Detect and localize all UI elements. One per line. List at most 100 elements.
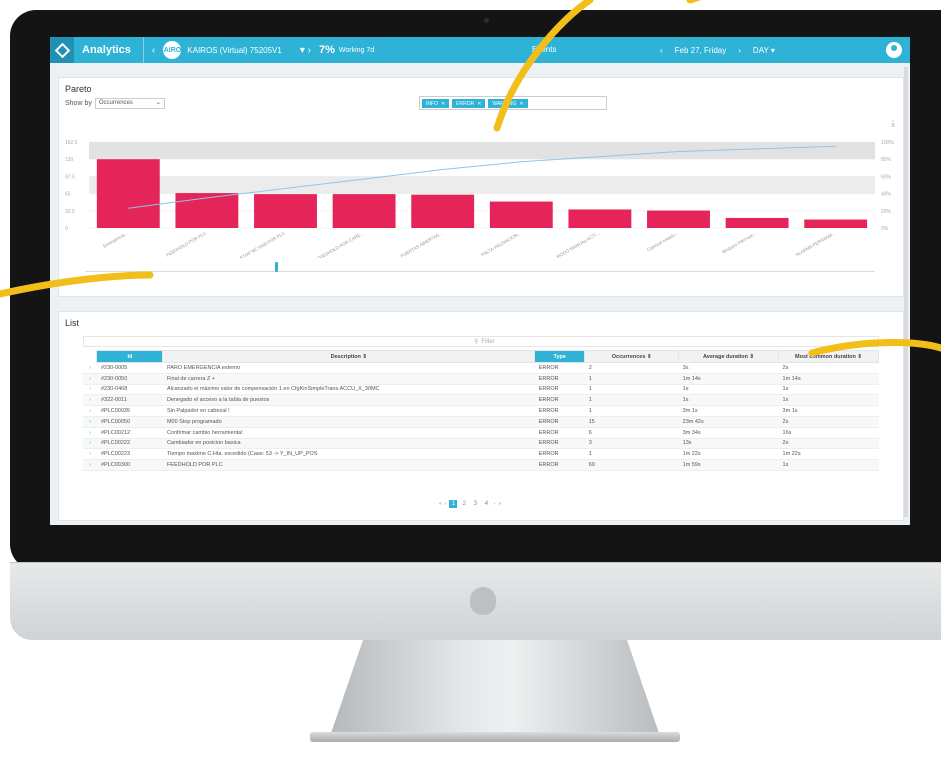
column-id[interactable]: Id	[96, 350, 164, 363]
cell-occurrences: 6	[584, 427, 679, 439]
expand-row-icon[interactable]: ›	[83, 362, 97, 374]
page-3[interactable]: 3	[471, 500, 479, 508]
cell-description: Alcanzado el máximo valor de compensació…	[162, 384, 535, 396]
y-tick-label: 130	[65, 157, 74, 163]
page-2[interactable]: 2	[460, 500, 468, 508]
column-description[interactable]: Description ⇕	[162, 350, 536, 363]
top-bar: Analytics ‹ KAIROS KAIROS (Virtual) 7520…	[50, 37, 910, 63]
list-filter-input[interactable]: ⚲ Filter	[83, 336, 879, 347]
cell-id: #PLC00223	[96, 448, 163, 461]
y-tick-label: 32.5	[65, 209, 75, 215]
column-most-common-duration[interactable]: Most common duration ⇕	[778, 350, 879, 363]
column-average-duration[interactable]: Average duration ⇕	[678, 350, 780, 363]
column-type[interactable]: Type	[534, 350, 586, 363]
app-logo-icon[interactable]	[50, 37, 74, 63]
remove-chip-icon[interactable]: ✕	[477, 101, 481, 107]
zoom-handle[interactable]	[275, 262, 278, 272]
table-row[interactable]: › #230-0005 PARO EMERGENCIA externo ERROR 2 3…	[83, 362, 879, 374]
pagination: « ‹ 1 2 3 4 › »	[439, 500, 501, 508]
page-4[interactable]: 4	[482, 500, 490, 508]
cell-most-common-duration: 1m 22s	[778, 448, 879, 461]
user-icon[interactable]	[886, 42, 902, 58]
table-row[interactable]: › #PLC00212 Confirmar cambio herramienta! E…	[83, 427, 879, 439]
expand-row-icon[interactable]: ›	[83, 427, 97, 439]
page-scrollbar[interactable]	[904, 67, 908, 517]
next-page-icon[interactable]: ›	[493, 501, 495, 507]
imac-photo: Analytics ‹ KAIROS KAIROS (Virtual) 7520…	[0, 0, 941, 759]
expand-row-icon[interactable]: ›	[83, 384, 97, 396]
expand-row-icon[interactable]: ›	[83, 405, 97, 417]
cell-occurrences: 1	[584, 405, 679, 417]
expand-row-icon[interactable]: ›	[83, 373, 97, 385]
cell-most-common-duration: 3m 1s	[778, 405, 879, 417]
filter-placeholder: Filter	[481, 338, 495, 345]
y-tick-label: 0	[65, 226, 68, 232]
show-by-control: Show by Occurrences ⌄	[65, 98, 165, 109]
chart-zoom-slider[interactable]	[85, 262, 875, 272]
cell-type: ERROR	[534, 438, 585, 450]
table-row[interactable]: › #230-0050 Final de carrera Z + ERROR 1 1m 1…	[83, 373, 879, 385]
cell-description: Confirmar cambio herramienta!	[162, 427, 535, 439]
x-tick-label: Emergencia...	[102, 231, 129, 249]
cell-type: ERROR	[534, 384, 585, 396]
cell-most-common-duration: 1s	[778, 459, 879, 471]
cell-type: ERROR	[534, 373, 585, 385]
remove-chip-icon[interactable]: ✕	[519, 101, 523, 107]
first-page-icon[interactable]: «	[439, 501, 442, 507]
expand-row-icon[interactable]: ›	[83, 438, 97, 450]
machine-name[interactable]: KAIROS (Virtual) 75205V1	[187, 46, 282, 55]
column-occurrences[interactable]: Occurrences ⇕	[584, 350, 680, 363]
last-page-icon[interactable]: »	[498, 501, 501, 507]
machine-percentage: 7%	[318, 44, 335, 56]
pareto-bar	[411, 194, 475, 228]
show-by-select[interactable]: Occurrences ⌄	[94, 98, 165, 109]
prev-page-icon[interactable]: ‹	[445, 501, 447, 507]
pareto-panel: Pareto Show by Occurrences ⌄ INFO ✕ ERROR ✕…	[58, 77, 904, 297]
table-row[interactable]: › #PLC00300 FEEDHOLD POR PLC ERROR 69 1m 59s 1…	[83, 459, 879, 471]
cell-description: FEEDHOLD POR PLC	[162, 459, 535, 471]
table-row[interactable]: › #PLC00050 M00 Stop programado ERROR 15 23m …	[83, 416, 879, 428]
cell-description: M00 Stop programado	[162, 416, 535, 428]
cell-most-common-duration: 1s	[778, 384, 879, 396]
cell-type: ERROR	[534, 405, 585, 417]
cell-occurrences: 1	[584, 384, 679, 396]
filter-chip-info[interactable]: INFO ✕	[422, 99, 450, 108]
remove-chip-icon[interactable]: ✕	[441, 101, 445, 107]
expand-row-icon[interactable]: ›	[83, 459, 97, 471]
pareto-title: Pareto	[65, 84, 92, 94]
cell-description: Final de carrera Z +	[162, 373, 535, 385]
grid-band	[89, 176, 875, 194]
next-date-icon[interactable]: ›	[738, 46, 741, 55]
cell-occurrences: 2	[584, 362, 679, 374]
date-navigator: ‹ Feb 27, Friday › DAY ▾	[660, 37, 775, 63]
table-row[interactable]: › #PLC00222 Cambiador en posicion basica ER…	[83, 438, 879, 450]
prev-date-icon[interactable]: ‹	[660, 46, 663, 55]
cell-id: #230-0468	[96, 384, 163, 396]
monitor-stand	[330, 640, 660, 736]
expand-row-icon[interactable]: ›	[83, 448, 97, 461]
table-row[interactable]: › #322-0011 Denegado el acceso a la tabla …	[83, 394, 879, 407]
y2-tick-label: 40%	[881, 192, 892, 198]
monitor-chin	[10, 562, 941, 640]
cell-id: #PLC00212	[96, 427, 163, 439]
table-row[interactable]: › #PLC00223 Tiempo maximo C.Hta. excedido …	[83, 448, 879, 461]
filter-chip-error[interactable]: ERROR ✕	[452, 99, 486, 108]
machine-dropdown-icon[interactable]: ▾ ›	[292, 45, 319, 56]
filter-chip-warning[interactable]: WARNING ✕	[488, 99, 528, 108]
type-filter[interactable]: INFO ✕ ERROR ✕ WARNING ✕	[419, 96, 607, 110]
app-title: Analytics	[74, 37, 144, 63]
expand-row-icon[interactable]: ›	[83, 394, 97, 407]
cell-average-duration: 1m 59s	[678, 459, 779, 471]
cell-average-duration: 3s	[678, 362, 779, 374]
machine-avatar: KAIROS	[159, 41, 186, 59]
cell-average-duration: 1s	[678, 384, 779, 396]
table-row[interactable]: › #230-0468 Alcanzado el máximo valor de c…	[83, 384, 879, 396]
grid-band	[89, 142, 875, 160]
date-label[interactable]: Feb 27, Friday	[675, 46, 727, 55]
y-tick-label: 97.5	[65, 174, 75, 180]
table-row[interactable]: › #PLC00035 Sin Palpador en cabezal ! ERROR…	[83, 405, 879, 417]
expand-row-icon[interactable]: ›	[83, 416, 97, 428]
page-1[interactable]: 1	[449, 500, 458, 508]
apple-logo-icon	[470, 587, 496, 615]
period-select[interactable]: DAY ▾	[753, 46, 775, 55]
